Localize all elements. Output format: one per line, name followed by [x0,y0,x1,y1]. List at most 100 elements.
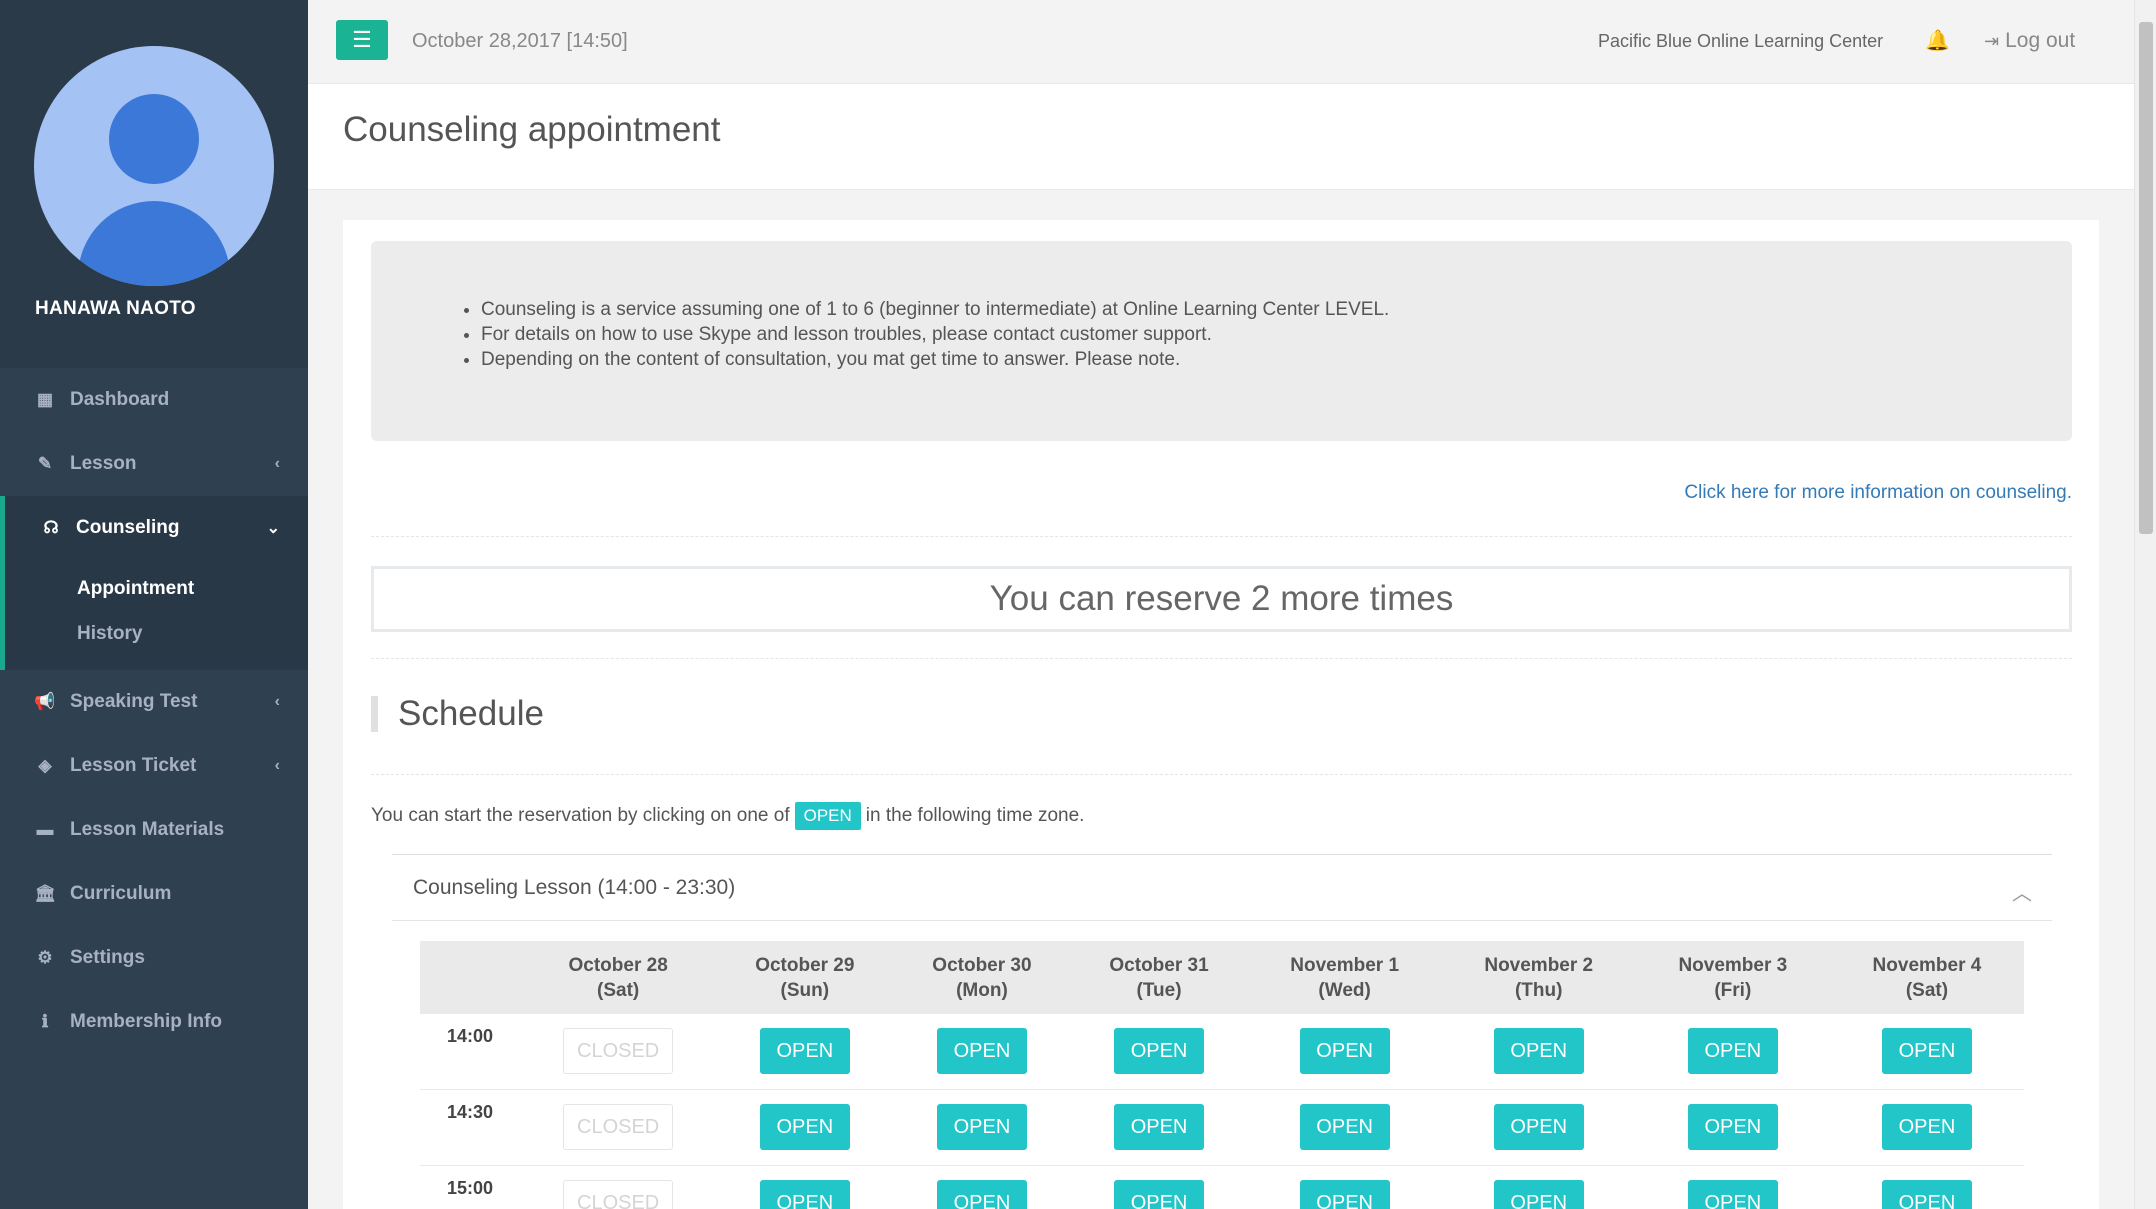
sidebar-item-label: Curriculum [70,883,172,904]
schedule-table: October 28 (Sat) October 29 (Sun) October … [420,941,2024,1209]
info-icon: ℹ [41,1012,49,1031]
open-slot-button[interactable]: OPEN [1493,1028,1584,1074]
page-title: Counseling appointment [343,110,721,149]
info-box: Counseling is a service assuming one of … [371,241,2072,441]
open-slot-button[interactable]: OPEN [1114,1180,1205,1209]
slot-cell: OPEN [1070,1088,1248,1165]
slot-cell: OPEN [1247,1012,1442,1089]
sidebar-subitem-appointment[interactable]: Appointment [5,566,308,611]
sidebar-item-settings[interactable]: ⚙ Settings [0,926,308,990]
slot-cell: OPEN [716,1164,894,1209]
sidebar-item-speaking-test[interactable]: 📢 Speaking Test ‹ [0,670,308,734]
table-row: 14:30 CLOSED OPEN OPEN OPEN OPEN OPEN OPEN OPEN [420,1088,2024,1165]
menu-toggle-button[interactable]: ☰ [336,20,388,60]
info-bullet: Depending on the content of consultation… [481,347,1389,372]
open-slot-button[interactable]: OPEN [1881,1028,1972,1074]
time-slot-label: 14:30 [420,1088,520,1165]
institution-icon: 🏛 [34,884,56,903]
bell-icon[interactable]: 🔔 [1925,28,1950,53]
sidebar-item-label: Lesson [70,453,137,474]
open-slot-button[interactable]: OPEN [1493,1180,1584,1209]
slot-cell: CLOSED [520,1012,717,1089]
sidebar-item-dashboard[interactable]: ▦ Dashboard [0,368,308,432]
open-slot-button[interactable]: OPEN [1493,1104,1584,1150]
date-column-header: October 30 (Mon) [932,954,1032,1001]
user-name: HANAWA NAOTO [35,298,196,319]
logout-button[interactable]: ⇥ Log out [1984,29,2075,53]
date-column-header: October 28 (Sat) [568,954,668,1001]
chevron-up-icon[interactable]: ︿ [2012,877,2032,906]
slot-cell: OPEN [1635,1164,1830,1209]
schedule-heading: Schedule [371,696,544,732]
date-column-header: November 1 (Wed) [1290,954,1400,1001]
info-bullet: Counseling is a service assuming one of … [481,297,1389,322]
headphones-icon: ☊ [43,518,59,537]
closed-slot-button: CLOSED [563,1180,674,1209]
open-slot-button[interactable]: OPEN [1687,1180,1778,1209]
ticket-icon: ◈ [38,756,52,775]
slot-cell: OPEN [1441,1164,1636,1209]
open-slot-button[interactable]: OPEN [1299,1028,1390,1074]
open-slot-button[interactable]: OPEN [936,1180,1027,1209]
open-slot-button[interactable]: OPEN [1114,1104,1205,1150]
slot-cell: OPEN [1829,1012,2024,1089]
more-info-link[interactable]: Click here for more information on couns… [1684,482,2072,504]
slot-cell: OPEN [716,1088,894,1165]
scrollbar-thumb[interactable] [2139,22,2153,534]
open-slot-button[interactable]: OPEN [759,1028,850,1074]
time-slot-label: 14:00 [420,1012,520,1089]
closed-slot-button: CLOSED [563,1104,674,1150]
table-row: 15:00 CLOSED OPEN OPEN OPEN OPEN OPEN OPEN OPEN [420,1164,2024,1209]
chevron-left-icon: ‹ [274,693,280,710]
slot-cell: OPEN [716,1012,894,1089]
sign-out-icon: ⇥ [1984,31,2000,51]
remaining-reservations: You can reserve 2 more times [371,566,2072,632]
sidebar: HANAWA NAOTO ▦ Dashboard ✎ Lesson ‹ ☊ Co… [0,0,308,1209]
sidebar-item-counseling[interactable]: ☊ Counseling ⌄ [0,496,308,560]
open-slot-button[interactable]: OPEN [1687,1104,1778,1150]
sidebar-item-membership-info[interactable]: ℹ Membership Info [0,990,308,1054]
top-navbar: ☰ October 28,2017 [14:50] Pacific Blue O… [308,0,2134,84]
page-heading: Counseling appointment [308,84,2134,190]
schedule-body: 14:00 CLOSED OPEN OPEN OPEN OPEN OPEN OPEN OPEN 1… [420,1012,2024,1209]
page-scrollbar[interactable] [2134,0,2156,1209]
sidebar-item-label: Counseling [76,517,180,538]
sidebar-item-label: Lesson Ticket [70,755,197,776]
counseling-submenu: Appointment History [0,560,308,670]
open-slot-button[interactable]: OPEN [1881,1180,1972,1209]
slot-cell: OPEN [1829,1164,2024,1209]
slot-cell: OPEN [1829,1088,2024,1165]
chevron-down-icon: ⌄ [266,520,280,537]
chevron-left-icon: ‹ [274,757,280,774]
open-slot-button[interactable]: OPEN [936,1104,1027,1150]
slot-cell: OPEN [893,1088,1071,1165]
slot-cell: OPEN [893,1012,1071,1089]
open-slot-button[interactable]: OPEN [936,1028,1027,1074]
slot-cell: OPEN [1070,1012,1248,1089]
table-row: 14:00 CLOSED OPEN OPEN OPEN OPEN OPEN OPEN OPEN [420,1012,2024,1089]
sidebar-subitem-history[interactable]: History [5,611,308,656]
open-badge: OPEN [794,802,861,830]
slot-cell: OPEN [1070,1164,1248,1209]
slot-cell: OPEN [1441,1088,1636,1165]
instructions-after: in the following time zone. [865,805,1085,826]
sidebar-item-lesson-ticket[interactable]: ◈ Lesson Ticket ‹ [0,734,308,798]
logout-label: Log out [2005,29,2076,52]
slot-cell: OPEN [1635,1088,1830,1165]
open-slot-button[interactable]: OPEN [1299,1180,1390,1209]
sidebar-item-lesson-materials[interactable]: ▬ Lesson Materials [0,798,308,862]
open-slot-button[interactable]: OPEN [1299,1104,1390,1150]
open-slot-button[interactable]: OPEN [759,1180,850,1209]
sidebar-item-lesson[interactable]: ✎ Lesson ‹ [0,432,308,496]
slot-cell: OPEN [1635,1012,1830,1089]
open-slot-button[interactable]: OPEN [1881,1104,1972,1150]
open-slot-button[interactable]: OPEN [1687,1028,1778,1074]
date-column-header: October 31 (Tue) [1109,954,1209,1001]
sidebar-item-label: Lesson Materials [70,819,225,840]
avatar[interactable] [34,46,274,286]
accordion-header[interactable]: Counseling Lesson (14:00 - 23:30) ︿ [392,855,2052,921]
open-slot-button[interactable]: OPEN [759,1104,850,1150]
folder-icon: ▬ [36,820,54,839]
open-slot-button[interactable]: OPEN [1114,1028,1205,1074]
sidebar-item-curriculum[interactable]: 🏛 Curriculum [0,862,308,926]
